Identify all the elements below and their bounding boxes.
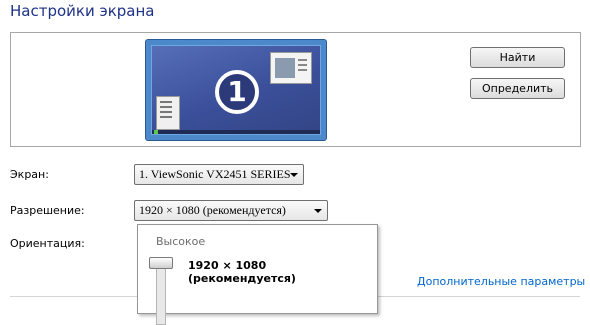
resolution-high-label: Высокое bbox=[156, 235, 206, 248]
start-orb-icon bbox=[154, 130, 158, 134]
orientation-label: Ориентация: bbox=[10, 237, 85, 250]
window-icon-large bbox=[270, 52, 312, 84]
screen-select-value: 1. ViewSonic VX2451 SERIES bbox=[139, 167, 291, 181]
resolution-select-value: 1920 × 1080 (рекомендуется) bbox=[139, 203, 286, 217]
taskbar bbox=[152, 130, 320, 134]
resolution-select[interactable]: 1920 × 1080 (рекомендуется) bbox=[134, 200, 328, 221]
chevron-down-icon bbox=[314, 209, 322, 213]
advanced-settings-link[interactable]: Дополнительные параметры bbox=[417, 275, 585, 288]
screen-select[interactable]: 1. ViewSonic VX2451 SERIES bbox=[134, 164, 304, 185]
window-icon-small bbox=[156, 96, 180, 130]
resolution-slider-track[interactable] bbox=[156, 263, 166, 325]
screen-label: Экран: bbox=[10, 168, 49, 181]
resolution-current-value: 1920 × 1080 (рекомендуется) bbox=[188, 259, 296, 285]
resolution-label: Разрешение: bbox=[10, 204, 85, 217]
resolution-slider-thumb[interactable] bbox=[149, 257, 173, 269]
identify-button[interactable]: Определить bbox=[470, 78, 565, 99]
display-preview: 1 Найти Определить bbox=[10, 32, 581, 147]
page-title: Настройки экрана bbox=[10, 2, 155, 20]
resolution-dropdown: Высокое 1920 × 1080 (рекомендуется) bbox=[137, 224, 378, 325]
monitor-number-badge: 1 bbox=[215, 70, 259, 114]
monitor-1[interactable]: 1 bbox=[145, 39, 327, 141]
monitor-screen: 1 bbox=[151, 45, 321, 135]
chevron-down-icon bbox=[290, 173, 298, 177]
find-button[interactable]: Найти bbox=[470, 47, 565, 68]
